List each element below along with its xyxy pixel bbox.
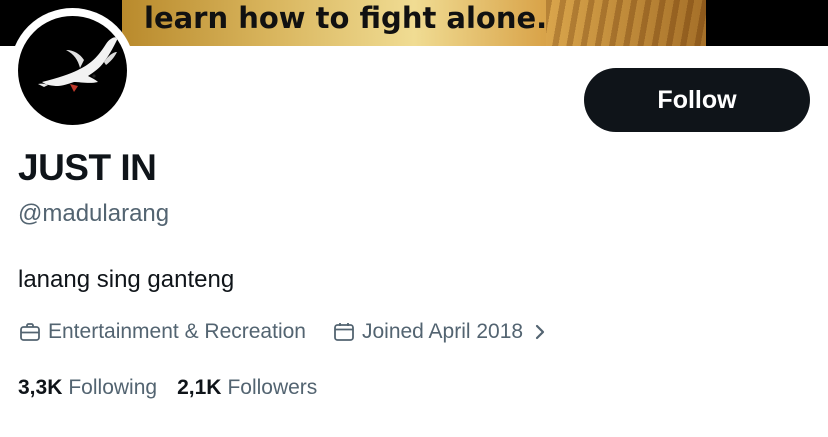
profile-category: Entertainment & Recreation: [18, 320, 306, 344]
calendar-icon: [334, 323, 354, 341]
following-link[interactable]: 3,3K Following: [18, 376, 157, 400]
profile-bio: lanang sing ganteng: [18, 266, 235, 293]
following-count: 3,3K: [18, 376, 63, 399]
followers-label: Followers: [227, 376, 318, 399]
user-handle: @madularang: [18, 200, 170, 227]
chevron-right-icon: [535, 324, 545, 340]
follow-stats: 3,3K Following 2,1K Followers: [18, 372, 317, 404]
followers-link[interactable]: 2,1K Followers: [177, 376, 317, 400]
dove-icon: [38, 37, 118, 92]
banner-caption: learn how to fight alone.: [144, 1, 548, 35]
follow-button[interactable]: Follow: [584, 68, 810, 132]
following-label: Following: [68, 376, 158, 399]
joined-label: Joined April 2018: [361, 320, 524, 343]
briefcase-icon: [20, 323, 40, 341]
category-label: Entertainment & Recreation: [48, 320, 306, 343]
avatar-image: [18, 16, 127, 125]
profile-joined[interactable]: Joined April 2018: [332, 320, 547, 344]
profile-meta: Entertainment & Recreation Joined April …: [18, 316, 547, 348]
display-name: JUST IN: [18, 147, 157, 188]
profile-page: learn how to fight alone. Follow JUST IN…: [0, 0, 828, 437]
avatar[interactable]: [10, 8, 135, 133]
followers-count: 2,1K: [177, 376, 222, 399]
banner-image: learn how to fight alone.: [122, 0, 706, 46]
